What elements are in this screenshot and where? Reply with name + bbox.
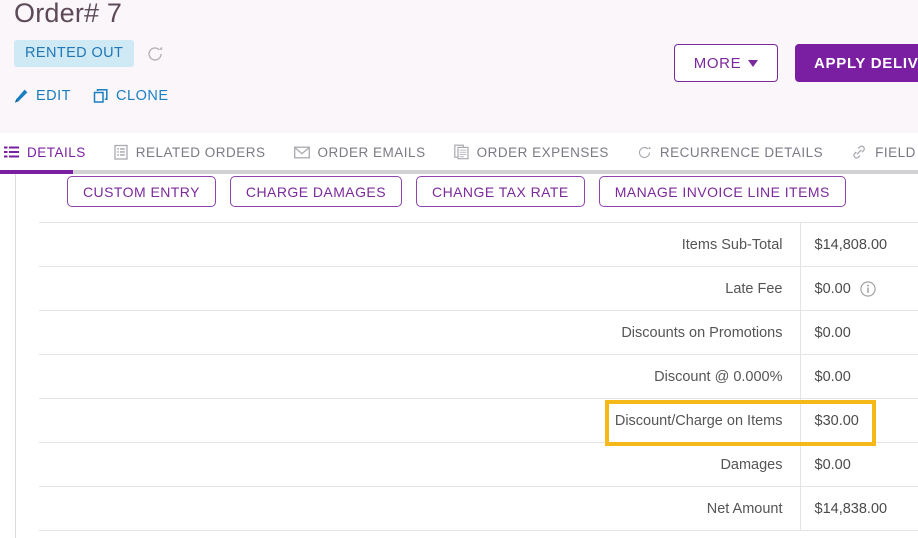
change-tax-rate-button[interactable]: CHANGE TAX RATE [416,176,585,207]
more-label: MORE [693,54,742,72]
link-icon [851,144,867,160]
manage-invoice-line-items-button[interactable]: MANAGE INVOICE LINE ITEMS [598,176,846,207]
pencil-icon [13,88,29,104]
tab-details-label: DETAILS [27,144,86,160]
tab-order-expenses[interactable]: ORDER EXPENSES [440,133,623,171]
row-value-text: $0.00 [814,324,851,341]
tab-field-linkages[interactable]: FIELD LINKAGES [837,133,918,171]
tab-recurrence-details[interactable]: RECURRENCE DETAILS [623,133,837,171]
manage-invoice-line-items-label: MANAGE INVOICE LINE ITEMS [614,183,830,200]
charge-damages-label: CHARGE DAMAGES [245,183,387,200]
table-row: Discount @ 0.000% $0.00 [39,354,918,399]
row-value: $0.00 [800,442,918,487]
copy-icon [93,88,109,104]
row-value: $30.00 [800,398,918,443]
tab-related-orders[interactable]: RELATED ORDERS [100,133,280,171]
panel-left-rail [15,174,16,538]
edit-button[interactable]: EDIT [13,88,71,104]
clone-label: CLONE [116,88,169,104]
table-row: Late Fee $0.00 [39,266,918,311]
row-label: Discounts on Promotions [39,310,801,355]
table-row: Items Sub-Total $14,808.00 [39,222,918,267]
table-row-highlighted: Discount/Charge on Items $30.00 [39,398,918,443]
status-row: RENTED OUT [14,40,164,67]
info-icon[interactable] [860,280,876,297]
more-button[interactable]: MORE [674,44,778,82]
apply-delivery-button[interactable]: APPLY DELIVERY [795,44,918,82]
tab-related-orders-label: RELATED ORDERS [135,144,266,160]
tab-bar: DETAILS RELATED ORDERS ORDER EMAILS ORDE… [0,133,918,172]
tab-details[interactable]: DETAILS [0,133,100,171]
clone-button[interactable]: CLONE [93,88,168,104]
change-tax-rate-label: CHANGE TAX RATE [432,183,569,200]
charge-damages-button[interactable]: CHARGE DAMAGES [229,176,403,207]
apply-delivery-label: APPLY DELIVERY [814,54,918,72]
row-value-text: $14,838.00 [814,500,888,517]
row-value: $0.00 [800,354,918,399]
tab-list: DETAILS RELATED ORDERS ORDER EMAILS ORDE… [0,133,918,171]
details-panel: CUSTOM ENTRY CHARGE DAMAGES CHANGE TAX R… [0,174,918,538]
row-label: Discount @ 0.000% [39,354,801,399]
row-label: Damages [39,442,801,487]
row-value-text: $14,808.00 [814,236,888,253]
refresh-icon[interactable] [146,45,164,63]
tab-field-linkages-label: FIELD LINKAGES [875,144,918,160]
header-actions: EDIT CLONE [13,88,169,104]
envelope-icon [293,146,310,159]
row-value: $0.00 [800,266,918,311]
tab-order-emails-label: ORDER EMAILS [317,144,426,160]
table-row: Net Amount $14,838.00 [39,486,918,531]
status-badge: RENTED OUT [14,40,135,67]
clipboard-icon [114,144,128,160]
refresh-icon [637,145,652,160]
row-label: Net Amount [39,486,801,531]
tab-recurrence-details-label: RECURRENCE DETAILS [659,144,824,160]
custom-entry-label: CUSTOM ENTRY [83,183,200,200]
row-value-text: $0.00 [814,368,851,385]
row-value: $14,838.00 [800,486,918,531]
row-value: $14,808.00 [800,222,918,267]
custom-entry-button[interactable]: CUSTOM ENTRY [67,176,216,207]
page-title: Order# 7 [14,0,123,28]
chevron-down-icon [748,59,759,67]
table-row: Damages $0.00 [39,442,918,487]
order-summary-table: Items Sub-Total $14,808.00 Late Fee $0.0… [39,222,918,531]
row-value-text: $0.00 [814,456,851,473]
edit-label: EDIT [36,88,72,104]
table-row: Discounts on Promotions $0.00 [39,310,918,355]
row-label: Discount/Charge on Items [39,398,801,443]
invoice-action-buttons: CUSTOM ENTRY CHARGE DAMAGES CHANGE TAX R… [0,176,846,207]
tab-order-emails[interactable]: ORDER EMAILS [280,133,440,171]
row-value: $0.00 [800,310,918,355]
row-label: Late Fee [39,266,801,311]
page-header: Order# 7 RENTED OUT EDIT CLONE MORE APPL… [0,0,918,133]
list-lines-icon [4,145,19,160]
row-value-text: $0.00 [814,280,851,297]
tab-order-expenses-label: ORDER EXPENSES [476,144,609,160]
row-label: Items Sub-Total [39,222,801,267]
documents-icon [453,144,469,160]
row-value-text: $30.00 [814,412,859,429]
order-detail-page: Order# 7 RENTED OUT EDIT CLONE MORE APPL… [0,0,918,538]
